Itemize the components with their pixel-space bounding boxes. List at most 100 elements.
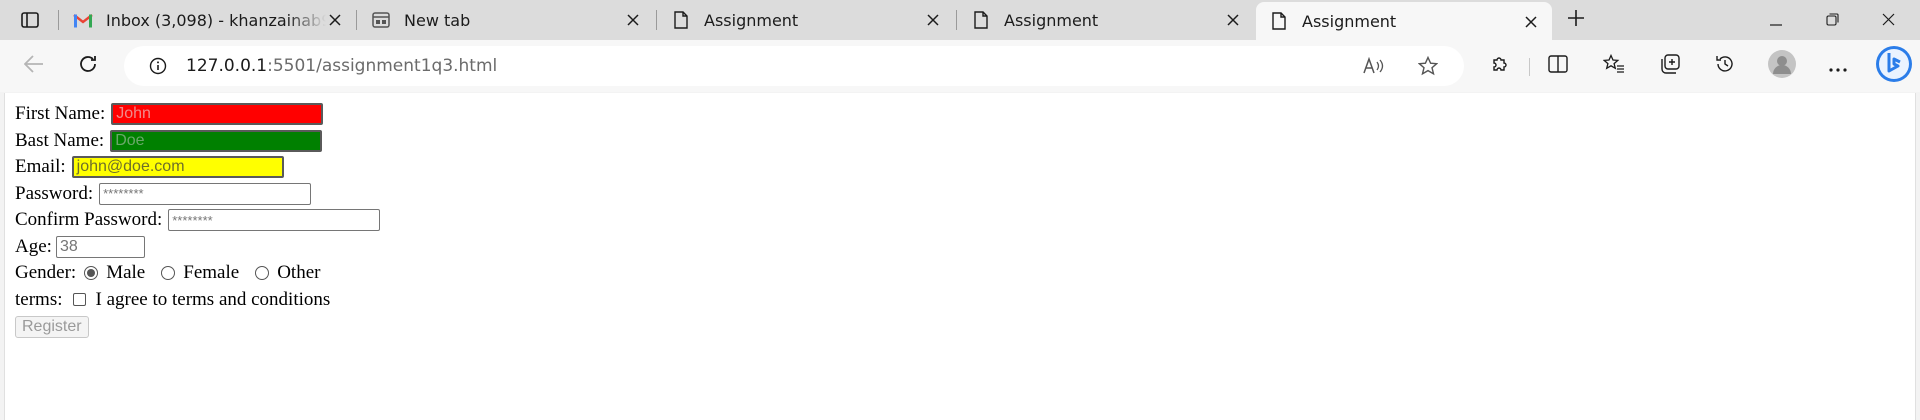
tab-separator xyxy=(58,10,59,30)
register-row: Register xyxy=(15,313,380,340)
favorites-button[interactable] xyxy=(1598,50,1630,82)
gender-option-label: Other xyxy=(277,262,321,284)
password-placeholder: ******** xyxy=(103,186,144,202)
close-icon[interactable] xyxy=(326,11,344,29)
browser-toolbar: 127.0.0.1:5501/assignment1q3.html xyxy=(0,40,1920,92)
document-icon xyxy=(670,9,692,31)
collections-icon xyxy=(1660,54,1680,78)
tab-separator xyxy=(656,10,657,30)
tab-strip: Inbox (3,098) - khanzainab95523 New tab … xyxy=(0,0,1920,40)
terms-checkbox[interactable] xyxy=(72,293,86,307)
gender-option-label: Male xyxy=(106,262,146,284)
url-host: 127.0.0.1 xyxy=(186,56,268,76)
restore-icon xyxy=(1825,11,1839,30)
close-icon[interactable] xyxy=(924,11,942,29)
gmail-icon xyxy=(72,9,94,31)
gender-option-label: Female xyxy=(183,262,240,284)
tab-title: Assignment xyxy=(704,10,799,30)
document-icon xyxy=(970,9,992,31)
tab-separator xyxy=(356,10,357,30)
restore-button[interactable] xyxy=(1804,0,1860,40)
last-name-label: Bast Name: xyxy=(15,129,105,151)
age-input[interactable]: 38 xyxy=(55,235,145,258)
gender-label: Gender: xyxy=(15,262,77,284)
tab-assignment-2[interactable]: Assignment xyxy=(958,0,1254,40)
tab-gmail[interactable]: Inbox (3,098) - khanzainab95523 xyxy=(60,0,356,40)
first-name-label: First Name: xyxy=(15,103,106,125)
age-row: Age: 38 xyxy=(15,234,380,261)
address-bar[interactable]: 127.0.0.1:5501/assignment1q3.html xyxy=(124,46,1464,86)
last-name-input[interactable]: Doe xyxy=(110,129,323,152)
more-dots-icon xyxy=(1829,57,1847,76)
site-info-icon[interactable] xyxy=(142,50,174,82)
first-name-placeholder: John xyxy=(116,105,151,123)
split-screen-icon xyxy=(1548,55,1568,77)
terms-label: terms: xyxy=(15,288,63,310)
age-label: Age: xyxy=(15,235,52,257)
password-input[interactable]: ******** xyxy=(99,182,312,205)
extensions-button[interactable] xyxy=(1484,50,1516,82)
read-aloud-icon[interactable] xyxy=(1358,50,1390,82)
close-icon xyxy=(1882,11,1895,30)
minimize-button[interactable] xyxy=(1748,0,1804,40)
tab-title: Assignment xyxy=(1302,11,1397,31)
confirm-password-input[interactable]: ******** xyxy=(168,209,381,232)
first-name-input[interactable]: John xyxy=(111,103,324,126)
password-row: Password: ******** xyxy=(15,181,380,208)
password-label: Password: xyxy=(15,182,94,204)
new-tab-page-icon xyxy=(370,9,392,31)
gender-radio-male[interactable] xyxy=(84,266,99,281)
tab-assignment-1[interactable]: Assignment xyxy=(658,0,954,40)
toolbar-divider xyxy=(1529,58,1530,76)
tab-new-tab[interactable]: New tab xyxy=(358,0,654,40)
bing-copilot-icon xyxy=(1875,45,1913,87)
minimize-icon xyxy=(1770,11,1782,30)
tab-title: New tab xyxy=(404,10,471,30)
puzzle-icon xyxy=(1490,54,1510,78)
gender-row: Gender: Male Female Other xyxy=(15,260,380,287)
avatar xyxy=(1768,50,1796,82)
new-tab-button[interactable] xyxy=(1562,6,1590,34)
tab-title: Inbox (3,098) - khanzainab95523 xyxy=(106,10,326,30)
close-icon[interactable] xyxy=(624,11,642,29)
history-button[interactable] xyxy=(1709,50,1741,82)
back-button[interactable] xyxy=(18,50,50,82)
document-icon xyxy=(1268,10,1290,32)
history-icon xyxy=(1715,54,1735,78)
confirm-password-label: Confirm Password: xyxy=(15,209,163,231)
last-name-row: Bast Name: Doe xyxy=(15,128,380,155)
plus-icon xyxy=(1567,9,1585,31)
last-name-placeholder: Doe xyxy=(115,131,145,149)
favorites-icon xyxy=(1602,53,1625,78)
tab-actions-icon[interactable] xyxy=(16,8,44,32)
page-viewport: First Name: John Bast Name: Doe Email: j… xyxy=(4,93,1916,420)
registration-form: First Name: John Bast Name: Doe Email: j… xyxy=(15,101,381,340)
gender-radio-female[interactable] xyxy=(161,266,176,281)
close-icon[interactable] xyxy=(1224,11,1242,29)
refresh-icon xyxy=(78,54,98,78)
profile-button[interactable] xyxy=(1766,50,1798,82)
copilot-button[interactable] xyxy=(1874,46,1914,86)
refresh-button[interactable] xyxy=(72,50,104,82)
collections-button[interactable] xyxy=(1654,50,1686,82)
tab-title: Assignment xyxy=(1004,10,1099,30)
favorite-star-icon[interactable] xyxy=(1412,50,1444,82)
terms-text: I agree to terms and conditions xyxy=(95,288,331,310)
email-label: Email: xyxy=(15,156,66,178)
url-path: :5501/assignment1q3.html xyxy=(267,56,498,76)
email-input[interactable]: john@doe.com xyxy=(71,156,284,179)
confirm-password-row: Confirm Password: ******** xyxy=(15,207,381,234)
settings-menu-button[interactable] xyxy=(1822,50,1854,82)
email-row: Email: john@doe.com xyxy=(15,154,380,181)
url-text[interactable]: 127.0.0.1:5501/assignment1q3.html xyxy=(186,56,497,76)
close-icon[interactable] xyxy=(1522,13,1540,31)
confirm-password-placeholder: ******** xyxy=(172,212,213,228)
tab-separator xyxy=(956,10,957,30)
age-placeholder: 38 xyxy=(59,237,78,255)
back-arrow-icon xyxy=(23,55,44,77)
tab-assignment-active[interactable]: Assignment xyxy=(1256,2,1552,40)
gender-radio-other[interactable] xyxy=(255,266,270,281)
split-screen-button[interactable] xyxy=(1542,50,1574,82)
close-window-button[interactable] xyxy=(1860,0,1916,40)
register-button[interactable]: Register xyxy=(15,316,89,339)
